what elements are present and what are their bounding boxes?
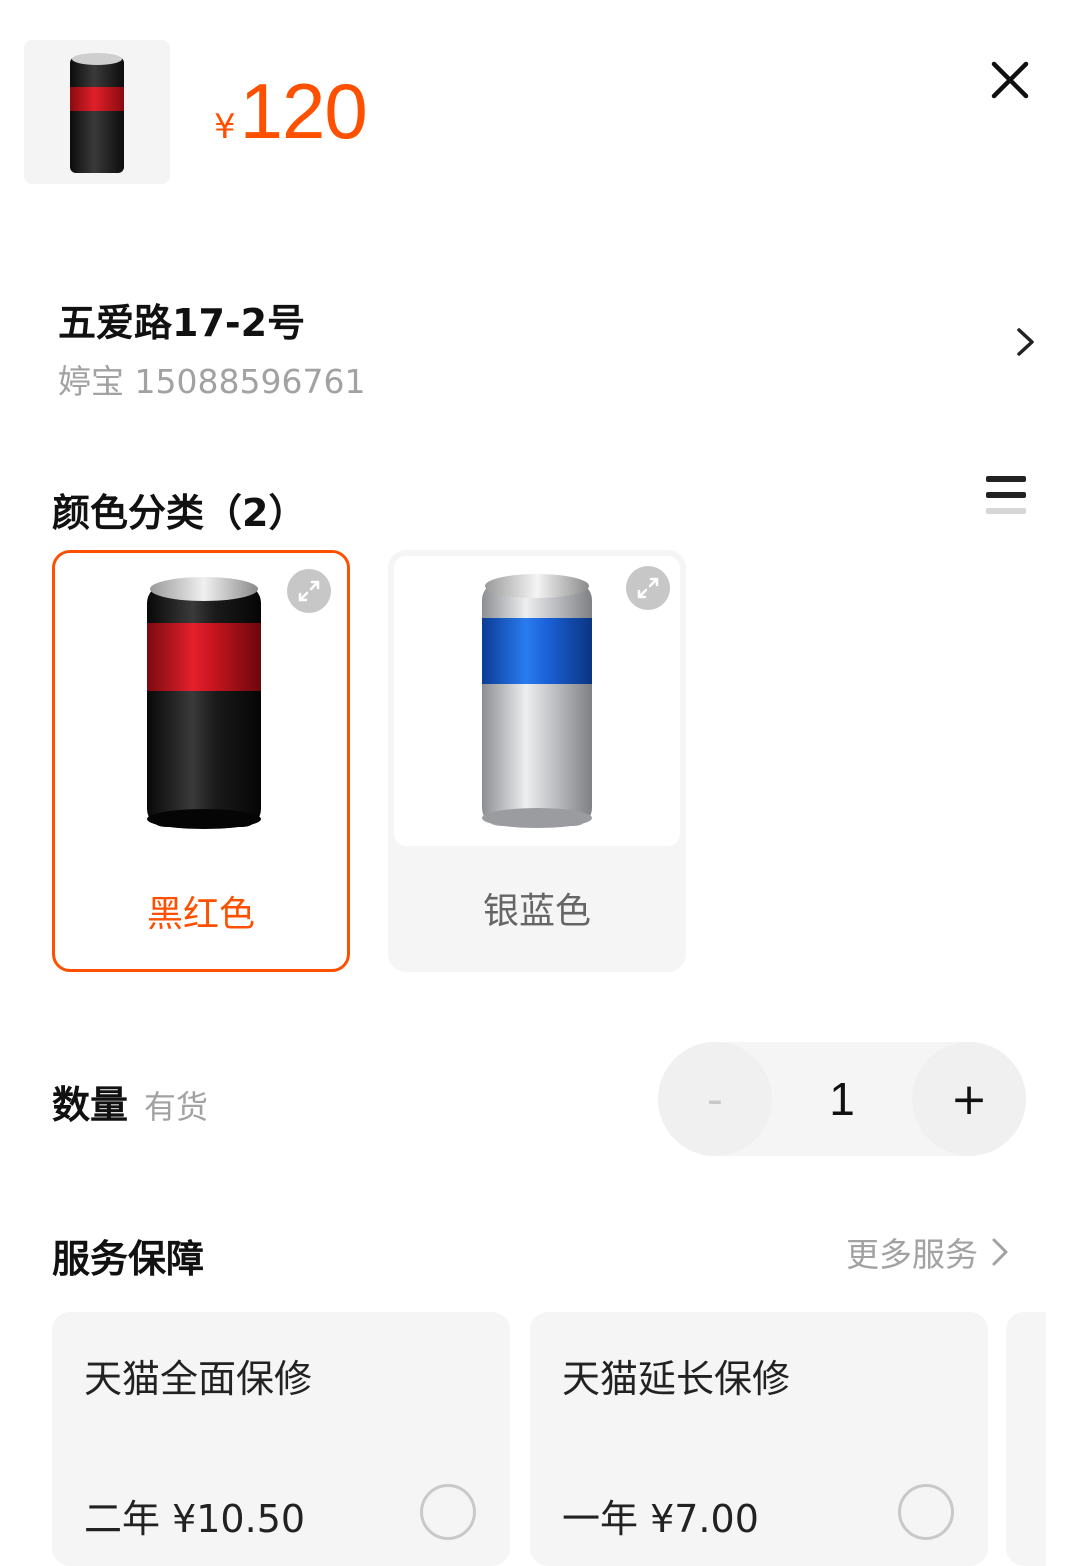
currency-symbol: ¥ [214, 107, 236, 147]
chevron-right-icon[interactable] [1010, 322, 1040, 362]
quantity-stepper: - 1 + [658, 1042, 1026, 1156]
product-thumbnail[interactable] [24, 40, 170, 184]
chevron-right-icon [992, 1238, 1008, 1266]
stock-status: 有货 [144, 1088, 209, 1126]
more-services-link[interactable]: 更多服务 [846, 1228, 1012, 1276]
close-button[interactable] [984, 54, 1036, 106]
service-name: 天猫全面保修 [84, 1357, 313, 1401]
quantity-value[interactable]: 1 [772, 1042, 912, 1156]
color-option-silver-blue[interactable]: 银蓝色 [388, 550, 686, 972]
address-contact: 婷宝 15088596761 [58, 362, 366, 401]
service-radio[interactable] [420, 1484, 476, 1540]
quantity-title: 数量 [52, 1083, 129, 1127]
service-price: 一年 ¥7.00 [562, 1497, 759, 1541]
more-services-label: 更多服务 [846, 1235, 978, 1274]
service-section-title: 服务保障 [52, 1237, 205, 1281]
increment-button[interactable]: + [912, 1042, 1026, 1156]
expand-arrows-icon [637, 577, 659, 599]
close-icon [991, 61, 1029, 99]
price: ¥ 120 [214, 66, 368, 157]
address-selector[interactable]: 五爱路17-2号 婷宝 15088596761 [58, 292, 1040, 403]
address-line: 五爱路17-2号 [58, 301, 306, 345]
service-price: 二年 ¥10.50 [84, 1497, 306, 1541]
service-name: 天猫延长保修 [562, 1357, 791, 1401]
service-radio[interactable] [898, 1484, 954, 1540]
expand-arrows-icon [298, 580, 320, 602]
list-view-icon[interactable] [984, 474, 1028, 518]
expand-icon[interactable] [626, 566, 670, 610]
service-card-full-warranty[interactable]: 天猫全面保修 二年 ¥10.50 [52, 1312, 510, 1566]
color-option-label: 银蓝色 [482, 891, 591, 932]
service-card-next[interactable] [1006, 1312, 1046, 1566]
color-section-title: 颜色分类（2） [52, 491, 307, 535]
ashtray-black-red-image [70, 53, 124, 173]
expand-icon[interactable] [287, 569, 331, 613]
price-value: 120 [239, 67, 368, 155]
color-option-black-red[interactable]: 黑红色 [52, 550, 350, 972]
service-card-extended-warranty[interactable]: 天猫延长保修 一年 ¥7.00 [530, 1312, 988, 1566]
quantity-label: 数量 有货 [52, 1074, 208, 1129]
color-option-label: 黑红色 [146, 894, 255, 935]
decrement-button[interactable]: - [658, 1042, 772, 1156]
